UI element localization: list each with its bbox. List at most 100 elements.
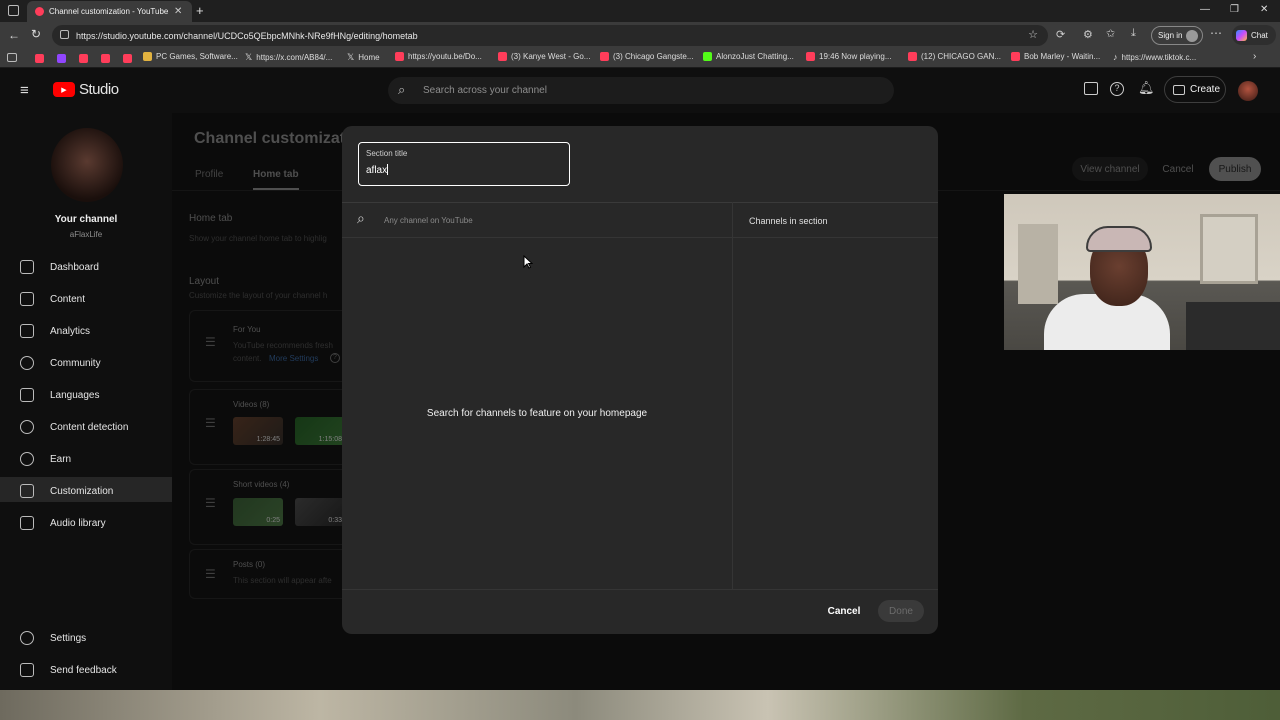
hamburger-menu-icon[interactable]: ≡	[20, 82, 29, 99]
downloads-icon[interactable]: ⤓	[1131, 27, 1136, 40]
search-divider	[342, 237, 938, 238]
bookmark-label: (3) Chicago Gangste...	[613, 52, 694, 61]
sidebar-item-community[interactable]: Community	[20, 356, 101, 370]
search-input[interactable]: ⌕ Search across your channel	[388, 77, 894, 104]
close-window-icon[interactable]: ✕	[1260, 4, 1268, 15]
section-title-input[interactable]: aflax	[366, 164, 389, 176]
background-photo-strip	[0, 690, 1280, 720]
bookmark-youtube-icon[interactable]	[101, 54, 110, 63]
bookmark-item[interactable]: ♪ https://www.tiktok.c...	[1113, 52, 1196, 62]
sidebar: Your channel aFlaxLife Dashboard Content…	[0, 113, 172, 690]
sidebar-item-content[interactable]: Content	[20, 292, 85, 306]
dollar-icon	[20, 452, 34, 466]
sidebar-item-customization[interactable]: Customization	[20, 484, 113, 498]
profile-avatar-icon	[1186, 29, 1199, 42]
bookmark-item[interactable]: 𝕏https://x.com/AB84/...	[245, 52, 332, 63]
minimize-icon[interactable]: —	[1200, 4, 1210, 15]
bookmark-label: AlonzoJust Chatting...	[716, 52, 794, 61]
sidebar-item-label: Dashboard	[50, 261, 99, 273]
youtube-logo-icon: ▶	[53, 82, 75, 97]
feedback-icon	[20, 663, 34, 677]
channel-handle: aFlaxLife	[69, 230, 103, 239]
channel-avatar[interactable]	[51, 128, 123, 202]
create-button[interactable]: Create	[1164, 76, 1226, 103]
x-logo-icon: 𝕏	[245, 52, 253, 62]
bookmark-item[interactable]: Bob Marley - Waitin...	[1011, 52, 1100, 61]
bookmark-youtube-icon[interactable]	[123, 54, 132, 63]
webcam-overlay	[1004, 194, 1280, 350]
account-avatar[interactable]	[1238, 81, 1258, 101]
dashboard-icon	[20, 260, 34, 274]
restore-icon[interactable]: ❐	[1230, 4, 1239, 15]
bookmark-item[interactable]: PC Games, Software...	[143, 52, 238, 61]
site-info-icon[interactable]	[60, 30, 69, 39]
subtitles-icon[interactable]	[1084, 82, 1098, 95]
browser-tab-active[interactable]: Channel customization - YouTube ✕	[27, 1, 192, 22]
sidebar-item-earn[interactable]: Earn	[20, 452, 71, 466]
chevron-right-icon[interactable]: ›	[1253, 51, 1256, 62]
bookmark-item[interactable]: (3) Chicago Gangste...	[600, 52, 693, 61]
copilot-chat-button[interactable]: Chat	[1232, 25, 1276, 45]
bookmark-item[interactable]: 19:46 Now playing...	[806, 52, 892, 61]
community-icon	[20, 356, 34, 370]
sidebar-item-languages[interactable]: Languages	[20, 388, 100, 402]
webcam-window	[1200, 214, 1258, 284]
x-logo-icon: 𝕏	[347, 52, 355, 62]
add-channels-dialog: Section title aflax ⌕ Any channel on You…	[342, 126, 938, 634]
done-button[interactable]: Done	[878, 600, 924, 622]
reload-icon[interactable]: ↻	[31, 27, 41, 41]
bookmark-item[interactable]: (3) Kanye West - Go...	[498, 52, 590, 61]
sign-in-button[interactable]: Sign in	[1151, 26, 1203, 45]
notifications-bell-icon[interactable]: 🔔︎	[1138, 80, 1155, 96]
footer-divider	[342, 589, 938, 590]
channel-search-placeholder: Any channel on YouTube	[384, 216, 473, 225]
bookmark-youtube-icon[interactable]	[35, 54, 44, 63]
help-icon[interactable]: ?	[1110, 82, 1124, 96]
sidebar-item-audio-library[interactable]: Audio library	[20, 516, 106, 530]
browser-address-bar: ← ↻ https://studio.youtube.com/channel/U…	[0, 22, 1280, 49]
bookmark-label: 19:46 Now playing...	[819, 52, 892, 61]
bookmark-item[interactable]: (12) CHICAGO GAN...	[908, 52, 1001, 61]
bookmark-label: https://youtu.be/Do...	[408, 52, 482, 61]
sidebar-item-dashboard[interactable]: Dashboard	[20, 260, 99, 274]
new-tab-button[interactable]: +	[196, 3, 204, 18]
bookmark-item[interactable]: https://youtu.be/Do...	[395, 52, 482, 61]
studio-logo[interactable]: ▶ Studio	[53, 81, 119, 98]
cancel-button[interactable]: Cancel	[818, 600, 870, 622]
content-icon	[20, 292, 34, 306]
favorites-icon[interactable]: ✩	[1106, 27, 1115, 40]
bookmark-item[interactable]: AlonzoJust Chatting...	[703, 52, 794, 61]
webcam-furniture	[1186, 302, 1280, 350]
extension-icon[interactable]: ⟳	[1056, 28, 1065, 41]
tab-title: Channel customization - YouTube	[49, 7, 169, 16]
bookmarks-bar: PC Games, Software... 𝕏https://x.com/AB8…	[0, 49, 1280, 68]
url-input[interactable]: https://studio.youtube.com/channel/UCDCo…	[52, 25, 1048, 46]
bookmark-youtube-icon[interactable]	[79, 54, 88, 63]
channels-in-section-heading: Channels in section	[749, 216, 828, 226]
bookmarks-folder-icon[interactable]	[7, 53, 17, 62]
favorite-star-icon[interactable]: ☆	[1028, 28, 1038, 41]
sidebar-item-settings[interactable]: Settings	[20, 631, 86, 645]
copyright-icon	[20, 420, 34, 434]
audio-library-icon	[20, 516, 34, 530]
sidebar-item-label: Send feedback	[50, 664, 117, 676]
sidebar-item-label: Customization	[50, 485, 114, 497]
channel-search-input[interactable]: ⌕ Any channel on YouTube	[342, 202, 732, 238]
back-icon[interactable]: ←	[8, 28, 20, 42]
your-channel-label: Your channel	[54, 214, 118, 225]
bookmark-twitch-icon[interactable]	[57, 54, 66, 63]
bookmark-favicon-icon	[143, 52, 152, 61]
sidebar-item-content-detection[interactable]: Content detection	[20, 420, 128, 434]
sidebar-item-analytics[interactable]: Analytics	[20, 324, 90, 338]
section-title-field[interactable]: Section title aflax	[358, 142, 570, 186]
more-menu-icon[interactable]: ⋯	[1210, 26, 1222, 40]
tab-close-icon[interactable]: ✕	[174, 6, 182, 17]
bookmark-favicon-icon	[1011, 52, 1020, 61]
bookmark-favicon-icon	[395, 52, 404, 61]
sidebar-toggle-icon[interactable]	[8, 5, 19, 16]
sidebar-item-feedback[interactable]: Send feedback	[20, 663, 117, 677]
gear-icon	[20, 631, 34, 645]
browser-tab-bar: Channel customization - YouTube ✕ + — ❐ …	[0, 0, 1280, 22]
extensions-puzzle-icon[interactable]: ⚙	[1083, 28, 1093, 41]
bookmark-item[interactable]: 𝕏 Home	[347, 52, 380, 63]
